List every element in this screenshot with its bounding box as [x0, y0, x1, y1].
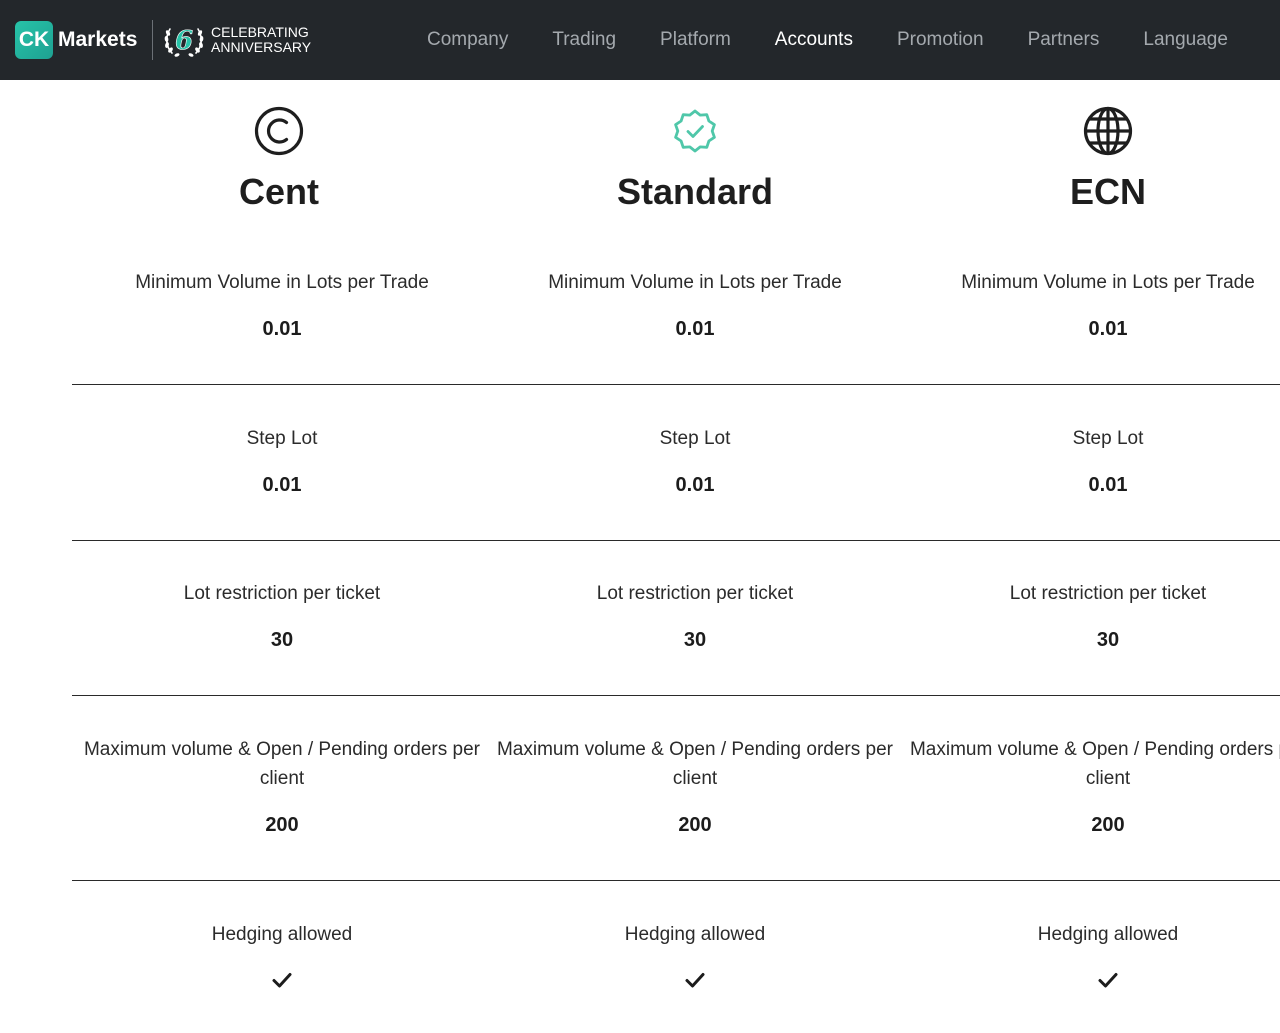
spec-label: Minimum Volume in Lots per Trade — [961, 272, 1255, 293]
anniversary-badge: 6 CELEBRATING ANNIVERSARY — [162, 19, 311, 61]
spec-row-max-volume: Maximum volume & Open / Pending orders p… — [72, 696, 1280, 881]
main-nav: Company Trading Platform Accounts Promot… — [405, 0, 1250, 80]
logo-text: Markets — [58, 28, 138, 51]
spec-label: Lot restriction per ticket — [596, 583, 794, 604]
spec-label: Minimum Volume in Lots per Trade — [548, 272, 842, 293]
spec-label: Hedging allowed — [1037, 924, 1179, 945]
spec-value: 200 — [1091, 814, 1125, 836]
check-icon — [685, 973, 705, 988]
spec-cell-ecn: Step Lot 0.01 — [898, 424, 1280, 497]
globe-icon — [1083, 106, 1133, 156]
spec-cell-standard: Maximum volume & Open / Pending orders p… — [485, 735, 905, 837]
spec-cell-cent: Step Lot 0.01 — [72, 424, 492, 497]
spec-value: 200 — [678, 814, 712, 836]
spec-cell-cent: Maximum volume & Open / Pending orders p… — [72, 735, 492, 837]
spec-value: 0.01 — [675, 318, 715, 340]
spec-row-min-volume: Minimum Volume in Lots per Trade 0.01 Mi… — [72, 230, 1280, 385]
nav-item-trading[interactable]: Trading — [552, 29, 616, 51]
spec-value: 0.01 — [1088, 474, 1128, 496]
spec-cell-standard: Lot restriction per ticket 30 — [485, 579, 905, 652]
plan-title-standard: Standard — [616, 171, 774, 212]
spec-cell-standard: Minimum Volume in Lots per Trade 0.01 — [485, 268, 905, 341]
spec-value: 0.01 — [675, 474, 715, 496]
spec-label: Maximum volume & Open / Pending orders p… — [496, 739, 893, 789]
plan-column-cent: Cent — [114, 106, 444, 212]
spec-value: 0.01 — [262, 318, 302, 340]
plan-column-ecn: ECN — [943, 106, 1273, 212]
spec-label: Step Lot — [659, 428, 731, 449]
plan-column-standard: Standard — [530, 106, 860, 212]
spec-value: 0.01 — [1088, 318, 1128, 340]
spec-value: 0.01 — [262, 474, 302, 496]
spec-row-hedging: Hedging allowed Hedging allowed Hedging … — [72, 881, 1280, 1033]
spec-cell-ecn: Maximum volume & Open / Pending orders p… — [898, 735, 1280, 837]
nav-item-platform[interactable]: Platform — [660, 29, 731, 51]
spec-label: Maximum volume & Open / Pending orders p… — [909, 739, 1280, 789]
spec-label: Lot restriction per ticket — [1009, 583, 1207, 604]
spec-cell-cent: Minimum Volume in Lots per Trade 0.01 — [72, 268, 492, 341]
spec-label: Maximum volume & Open / Pending orders p… — [83, 739, 480, 789]
nav-item-partners[interactable]: Partners — [1028, 29, 1100, 51]
spec-cell-ecn: Hedging allowed — [898, 920, 1280, 993]
top-navigation-bar: CK Markets 6 CELEBRATING ANNIVERSARY Com… — [0, 0, 1280, 80]
spec-label: Lot restriction per ticket — [183, 583, 381, 604]
spec-cell-ecn: Minimum Volume in Lots per Trade 0.01 — [898, 268, 1280, 341]
spec-label: Minimum Volume in Lots per Trade — [135, 272, 429, 293]
check-icon — [272, 973, 292, 988]
nav-item-accounts[interactable]: Accounts — [775, 29, 853, 51]
spec-value: 200 — [265, 814, 299, 836]
check-icon — [1098, 973, 1118, 988]
anniversary-number: 6 — [175, 26, 193, 56]
spec-cell-cent: Hedging allowed — [72, 920, 492, 993]
spec-label: Hedging allowed — [624, 924, 766, 945]
anniversary-line-1: CELEBRATING — [211, 24, 309, 40]
spec-cell-standard: Hedging allowed — [485, 920, 905, 993]
laurel-wreath-icon: 6 — [162, 19, 206, 61]
copyright-circle-icon — [254, 106, 304, 156]
spec-label: Step Lot — [1072, 428, 1144, 449]
spec-label: Step Lot — [246, 428, 318, 449]
ck-markets-logo[interactable]: CK Markets — [15, 21, 137, 59]
spec-row-step-lot: Step Lot 0.01 Step Lot 0.01 Step Lot 0.0… — [72, 385, 1280, 541]
nav-item-promotion[interactable]: Promotion — [897, 29, 984, 51]
spec-value: 30 — [270, 629, 294, 651]
spec-value: 30 — [1096, 629, 1120, 651]
spec-value: 30 — [683, 629, 707, 651]
spec-cell-cent: Lot restriction per ticket 30 — [72, 579, 492, 652]
anniversary-text: CELEBRATING ANNIVERSARY — [211, 25, 311, 55]
spec-row-lot-restriction: Lot restriction per ticket 30 Lot restri… — [72, 541, 1280, 696]
plan-title-cent: Cent — [239, 171, 319, 212]
nav-item-language[interactable]: Language — [1143, 29, 1228, 51]
spec-cell-standard: Step Lot 0.01 — [485, 424, 905, 497]
spec-label: Hedging allowed — [211, 924, 353, 945]
logo-divider — [152, 20, 153, 60]
spec-cell-ecn: Lot restriction per ticket 30 — [898, 579, 1280, 652]
verified-badge-icon — [670, 106, 720, 156]
anniversary-line-2: ANNIVERSARY — [211, 39, 312, 55]
plan-title-ecn: ECN — [1069, 171, 1146, 212]
logo-badge: CK — [15, 21, 53, 59]
nav-item-company[interactable]: Company — [427, 29, 508, 51]
